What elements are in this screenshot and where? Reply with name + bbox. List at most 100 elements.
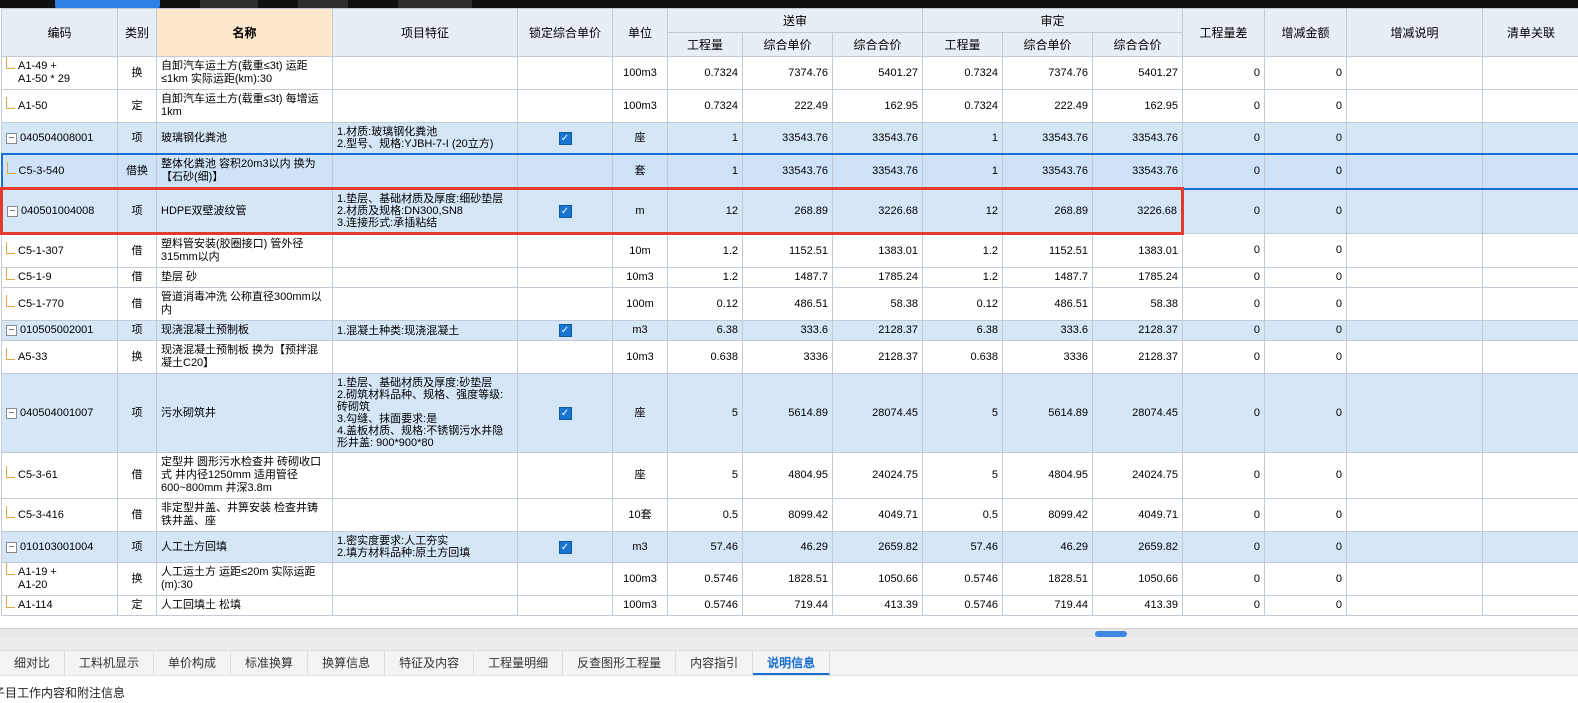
bottom-tab[interactable]: 工程量明细 — [474, 651, 564, 675]
cell-name[interactable]: 垫层 砂 — [156, 267, 333, 288]
cell-list-link[interactable] — [1482, 320, 1578, 341]
cell-features[interactable] — [332, 153, 518, 190]
cell-list-link[interactable] — [1482, 531, 1578, 563]
cell-features[interactable] — [332, 233, 518, 268]
cell-unit[interactable]: 100m3 — [612, 562, 668, 596]
cell-qty-diff[interactable]: 0 — [1182, 56, 1265, 90]
cell-submit-qty[interactable]: 5 — [667, 452, 743, 499]
bottom-tab[interactable]: 标准换算 — [231, 651, 309, 675]
cell-submit-qty[interactable]: 5 — [667, 373, 743, 453]
col-header-amount-diff[interactable]: 增减金额 — [1264, 8, 1347, 57]
cell-name[interactable]: 人工土方回填 — [156, 531, 333, 563]
cell-diff-note[interactable] — [1346, 122, 1483, 155]
cell-diff-note[interactable] — [1346, 562, 1483, 596]
col-subheader-submit-qty[interactable]: 工程量 — [667, 32, 743, 57]
cell-diff-note[interactable] — [1346, 373, 1483, 453]
cell-code[interactable]: A1-49 + A1-50 * 29 — [1, 56, 118, 90]
cell-submit-total[interactable]: 1785.24 — [832, 267, 923, 288]
cell-list-link[interactable] — [1482, 267, 1578, 288]
horizontal-scrollbar[interactable] — [0, 628, 1578, 638]
cell-qty-diff[interactable]: 0 — [1182, 373, 1265, 453]
cell-unit[interactable]: 座 — [612, 373, 668, 453]
col-header-code[interactable]: 编码 — [1, 8, 118, 57]
cell-list-link[interactable] — [1482, 89, 1578, 123]
cell-features[interactable] — [332, 498, 518, 532]
cell-category[interactable]: 换 — [117, 340, 157, 374]
cell-qty-diff[interactable]: 0 — [1182, 498, 1265, 532]
cell-name[interactable]: 自卸汽车运土方(载重≤3t) 每增运1km — [156, 89, 333, 123]
cell-list-link[interactable] — [1482, 452, 1578, 499]
cell-name[interactable]: 整体化粪池 容积20m3以内 换为【石砂(细)】 — [156, 153, 333, 190]
cell-submit-qty[interactable]: 57.46 — [667, 531, 743, 563]
cell-lock[interactable] — [517, 452, 613, 499]
cell-qty-diff[interactable]: 0 — [1182, 233, 1265, 268]
cell-amount-diff[interactable]: 0 — [1264, 287, 1347, 321]
cell-amount-diff[interactable]: 0 — [1264, 595, 1347, 616]
cell-diff-note[interactable] — [1346, 340, 1483, 374]
cell-submit-total[interactable]: 58.38 — [832, 287, 923, 321]
lock-checkbox-checked-icon[interactable]: ✓ — [558, 324, 572, 337]
cell-diff-note[interactable] — [1346, 267, 1483, 288]
cell-submit-qty[interactable]: 0.638 — [667, 340, 743, 374]
cell-diff-note[interactable] — [1346, 320, 1483, 341]
cell-amount-diff[interactable]: 0 — [1264, 531, 1347, 563]
col-header-name[interactable]: 名称 — [156, 8, 333, 57]
cell-submit-price[interactable]: 3336 — [742, 340, 833, 374]
cell-features[interactable]: 1.密实度要求:人工夯实 2.填方材料品种:原土方回填 — [332, 531, 518, 563]
cell-submit-total[interactable]: 33543.76 — [832, 122, 923, 155]
cell-unit[interactable]: 100m3 — [612, 595, 668, 616]
cell-submit-total[interactable]: 2659.82 — [832, 531, 923, 563]
cell-name[interactable]: 塑料管安装(胶圈接口) 管外径315mm以内 — [156, 233, 333, 268]
cell-lock[interactable] — [517, 233, 613, 268]
cell-amount-diff[interactable]: 0 — [1264, 452, 1347, 499]
cell-lock[interactable] — [517, 340, 613, 374]
cell-features[interactable] — [332, 595, 518, 616]
cell-approve-qty[interactable]: 6.38 — [922, 320, 1003, 341]
cell-diff-note[interactable] — [1346, 153, 1483, 190]
cell-submit-total[interactable]: 5401.27 — [832, 56, 923, 90]
cell-submit-price[interactable]: 268.89 — [742, 187, 833, 235]
cell-category[interactable]: 定 — [117, 595, 157, 616]
cell-submit-qty[interactable]: 1.2 — [667, 233, 743, 268]
bottom-tab[interactable]: 特征及内容 — [385, 651, 475, 675]
cell-diff-note[interactable] — [1346, 233, 1483, 268]
cell-category[interactable]: 借 — [117, 267, 157, 288]
cell-name[interactable]: 现浇混凝土预制板 — [156, 320, 333, 341]
cell-approve-price[interactable]: 7374.76 — [1002, 56, 1093, 90]
cell-name[interactable]: 定型井 圆形污水检查井 砖砌收口式 井内径1250mm 适用管径600~800m… — [156, 452, 333, 499]
cell-submit-total[interactable]: 3226.68 — [832, 187, 923, 235]
cell-diff-note[interactable] — [1346, 188, 1483, 234]
cell-approve-qty[interactable]: 12 — [922, 187, 1003, 235]
cell-submit-price[interactable]: 719.44 — [742, 595, 833, 616]
cell-list-link[interactable] — [1482, 562, 1578, 596]
toolbar-item[interactable] — [298, 0, 348, 8]
col-subheader-approve-total[interactable]: 综合合价 — [1092, 32, 1183, 57]
cell-features[interactable] — [332, 89, 518, 123]
cell-submit-total[interactable]: 1383.01 — [832, 233, 923, 268]
cell-unit[interactable]: 100m3 — [612, 56, 668, 90]
cell-diff-note[interactable] — [1346, 89, 1483, 123]
cell-name[interactable]: HDPE双壁波纹管 — [156, 187, 333, 235]
cell-amount-diff[interactable]: 0 — [1264, 340, 1347, 374]
cell-amount-diff[interactable]: 0 — [1264, 122, 1347, 155]
cell-submit-total[interactable]: 2128.37 — [832, 320, 923, 341]
cell-approve-qty[interactable]: 5 — [922, 373, 1003, 453]
cell-submit-price[interactable]: 1487.7 — [742, 267, 833, 288]
cell-category[interactable]: 项 — [117, 531, 157, 563]
cell-submit-price[interactable]: 8099.42 — [742, 498, 833, 532]
col-header-diff-note[interactable]: 增减说明 — [1346, 8, 1483, 57]
cell-submit-total[interactable]: 24024.75 — [832, 452, 923, 499]
cell-name[interactable]: 玻璃钢化粪池 — [156, 122, 333, 155]
cell-qty-diff[interactable]: 0 — [1182, 188, 1265, 234]
cell-approve-total[interactable]: 2659.82 — [1092, 531, 1183, 563]
cell-submit-qty[interactable]: 1 — [667, 122, 743, 155]
cell-approve-total[interactable]: 162.95 — [1092, 89, 1183, 123]
cell-list-link[interactable] — [1482, 373, 1578, 453]
cell-category[interactable]: 项 — [117, 187, 157, 235]
cell-unit[interactable]: 10m3 — [612, 267, 668, 288]
cell-code[interactable]: −040501004008 — [0, 187, 118, 235]
cell-list-link[interactable] — [1482, 188, 1578, 234]
cell-name[interactable]: 非定型井盖、井箅安装 检查井铸铁井盖、座 — [156, 498, 333, 532]
cell-code[interactable]: −010505002001 — [1, 320, 118, 341]
cell-approve-qty[interactable]: 57.46 — [922, 531, 1003, 563]
